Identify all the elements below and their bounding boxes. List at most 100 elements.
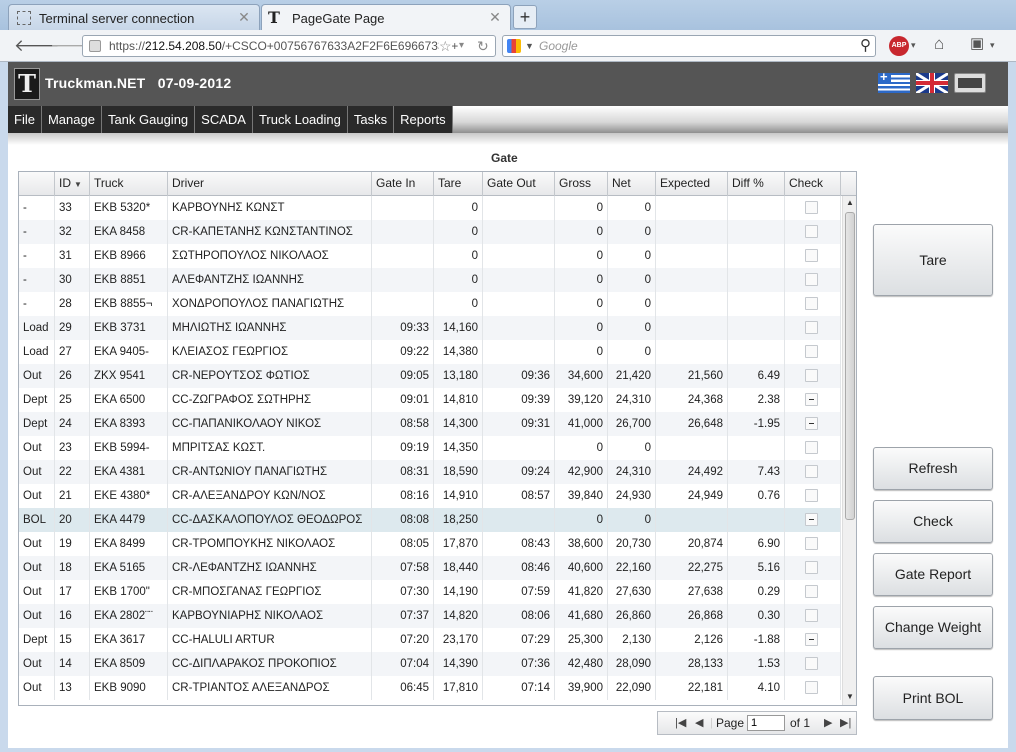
table-row[interactable]: -33 EKB 5320* ΚΑΡΒΟΥΝΗΣ ΚΩΝΣΤ 0 0 0 [19,196,841,220]
check-checkbox[interactable] [805,633,818,646]
cell-expected: 26,868 [656,604,728,628]
vertical-scrollbar[interactable]: ▲ ▼ [842,196,856,705]
col-tare[interactable]: Tare [434,172,483,196]
col-truck[interactable]: Truck [90,172,168,196]
table-row[interactable]: Out 14 EKA 8509 CC-ΔΙΠΛΑΡΑΚΟΣ ΠΡΟΚΟΠΙΟΣ 07:0… [19,652,841,676]
table-row[interactable]: -32 EKA 8458 CR-ΚΑΠΕΤΑΝΗΣ ΚΩΝΣΤΑΝΤΙΝΟΣ 0 0 0 [19,220,841,244]
check-checkbox[interactable] [805,321,818,334]
last-page-icon[interactable]: ▶| [840,712,851,734]
home-icon[interactable]: ⌂ [934,34,944,54]
bookmarks-dropdown-icon[interactable]: ▾ [990,40,995,51]
col-gross[interactable]: Gross [555,172,608,196]
check-checkbox[interactable] [805,585,818,598]
col-expected[interactable]: Expected [656,172,728,196]
table-row[interactable]: Out 19 EKA 8499 CR-ΤΡΟΜΠΟΥΚΗΣ ΝΙΚΟΛΑΟΣ 08:05… [19,532,841,556]
back-arrow-icon[interactable]: 🡐 [14,36,60,56]
menu-tank-gauging[interactable]: Tank Gauging [102,106,196,133]
table-row[interactable]: Dept 15 EKA 3617 CC-HALULI ARTUR 07:20 23,170… [19,628,841,652]
table-row[interactable]: -30 EKB 8851 ΑΛΕΦΑΝΤΖΗΣ ΙΩΑΝΝΗΣ 0 0 0 [19,268,841,292]
adblock-icon[interactable]: ABP [889,36,909,56]
menu-file[interactable]: File [8,106,42,133]
table-row[interactable]: BOL 20 EKA 4479 CC-ΔΑΣΚΑΛΟΠΟΥΛΟΣ ΘΕΟΔΩΡΟΣ 08… [19,508,841,532]
close-tab-icon[interactable]: ✕ [488,10,502,24]
gate-report-button[interactable]: Gate Report [873,553,993,596]
check-checkbox[interactable] [805,489,818,502]
table-row[interactable]: Out 21 EKE 4380* CR-ΑΛΕΞΑΝΔΡΟΥ ΚΩΝ/ΝΟΣ 08:16… [19,484,841,508]
print-bol-button[interactable]: Print BOL [873,676,993,720]
col-id[interactable]: ID ▼ [55,172,90,196]
table-row[interactable]: Out 16 EKA 2802¨¨ ΚΑΡΒΟΥΝΙΑΡΗΣ ΝΙΚΟΛΑΟΣ 07:3… [19,604,841,628]
first-page-icon[interactable]: |◀ [675,712,686,734]
menu-reports[interactable]: Reports [394,106,453,133]
check-checkbox[interactable] [805,225,818,238]
browser-tab-terminal[interactable]: Terminal server connection ✕ [8,4,260,30]
prev-page-icon[interactable]: ◀ [695,712,703,734]
col-driver[interactable]: Driver [168,172,372,196]
next-page-icon[interactable]: ▶ [824,712,832,734]
bookmarks-menu-icon[interactable]: ▣ [970,34,984,52]
table-row[interactable]: Out 26 ZKX 9541 CR-ΝΕΡΟΥΤΣΟΣ ΦΩΤΙΟΣ 09:05 13,… [19,364,841,388]
menu-scada[interactable]: SCADA [195,106,253,133]
scroll-thumb[interactable] [845,212,855,520]
search-icon[interactable]: ⚲ [860,36,871,56]
table-row[interactable]: Dept 24 EKA 8393 CC-ΠΑΠΑΝΙΚΟΛΑΟΥ ΝΙΚΟΣ 08:58… [19,412,841,436]
table-row[interactable]: Out 17 EKB 1700" CR-ΜΠΟΣΓΑΝΑΣ ΓΕΩΡΓΙΟΣ 07:30… [19,580,841,604]
check-checkbox[interactable] [805,441,818,454]
table-row[interactable]: Out 23 EKB 5994- ΜΠΡΙΤΣΑΣ ΚΩΣΤ. 09:19 14,350 0… [19,436,841,460]
check-checkbox[interactable] [805,249,818,262]
col-gate-in[interactable]: Gate In [372,172,434,196]
forward-arrow-icon[interactable]: 🡒 [50,36,96,56]
check-checkbox[interactable] [805,681,818,694]
adblock-dropdown-icon[interactable]: ▾ [911,40,916,51]
check-checkbox[interactable] [805,537,818,550]
check-button[interactable]: Check [873,500,993,543]
check-checkbox[interactable] [805,369,818,382]
check-checkbox[interactable] [805,201,818,214]
col-diff[interactable]: Diff % [728,172,785,196]
browser-tab-pagegate[interactable]: T PageGate Page ✕ [261,4,511,30]
table-row[interactable]: Load 29 EKB 3731 ΜΗΛΙΩΤΗΣ ΙΩΑΝΝΗΣ 09:33 14,16… [19,316,841,340]
reload-icon[interactable]: ↻ [477,36,489,56]
menu-truck-loading[interactable]: Truck Loading [253,106,348,133]
table-row[interactable]: Out 13 EKB 9090 CR-ΤΡΙΑΝΤΟΣ ΑΛΕΞΑΝΔΡΟΣ 06:45… [19,676,841,700]
check-checkbox[interactable] [805,513,818,526]
tare-button[interactable]: Tare [873,224,993,296]
greek-flag-icon[interactable] [878,69,910,93]
menu-tasks[interactable]: Tasks [348,106,395,133]
scroll-down-icon[interactable]: ▼ [843,692,856,704]
page-number-input[interactable]: 1 [747,715,785,731]
check-checkbox[interactable] [805,345,818,358]
table-row[interactable]: -28 EKB 8855¬ ΧΟΝΔΡΟΠΟΥΛΟΣ ΠΑΝΑΓΙΩΤΗΣ 0 0 0 [19,292,841,316]
col-gate-out[interactable]: Gate Out [483,172,555,196]
table-row[interactable]: Out 22 EKA 4381 CR-ΑΝΤΩΝΙΟΥ ΠΑΝΑΓΙΩΤΗΣ 08:31… [19,460,841,484]
col-check[interactable]: Check [785,172,841,196]
check-checkbox[interactable] [805,417,818,430]
new-tab-button[interactable]: + [513,5,537,29]
bookmark-star-icon[interactable]: ☆ [439,36,452,56]
table-row[interactable]: Out 18 EKA 5165 CR-ΛΕΦΑΝΤΖΗΣ ΙΩΑΝΝΗΣ 07:58 18… [19,556,841,580]
check-checkbox[interactable] [805,297,818,310]
close-tab-icon[interactable]: ✕ [237,10,251,24]
check-checkbox[interactable] [805,561,818,574]
check-checkbox[interactable] [805,657,818,670]
dropdown-arrow-icon[interactable]: ▾ [459,36,465,56]
col-net[interactable]: Net [608,172,656,196]
table-row[interactable]: Load 27 EKA 9405- ΚΛΕΙΑΣΟΣ ΓΕΩΡΓΙΟΣ 09:22 14,… [19,340,841,364]
search-engine-dropdown-icon[interactable]: ▼ [525,36,534,56]
table-row[interactable]: Dept 25 EKA 6500 CC-ΖΩΓΡΑΦΟΣ ΣΩΤΗΡΗΣ 09:01 14… [19,388,841,412]
check-checkbox[interactable] [805,273,818,286]
check-checkbox[interactable] [805,393,818,406]
scroll-up-icon[interactable]: ▲ [843,198,856,210]
uk-flag-icon[interactable] [916,73,948,93]
refresh-button[interactable]: Refresh [873,447,993,490]
menu-manage[interactable]: Manage [42,106,102,133]
cell-tare: 0 [434,292,483,316]
check-checkbox[interactable] [805,609,818,622]
col-status[interactable] [19,172,55,196]
search-input[interactable]: ▼ Google ⚲ [502,35,876,57]
table-row[interactable]: -31 EKB 8966 ΣΩΤΗΡΟΠΟΥΛΟΣ ΝΙΚΟΛΑΟΣ 0 0 0 [19,244,841,268]
change-weight-button[interactable]: Change Weight [873,606,993,649]
terminal-icon[interactable] [954,73,986,93]
check-checkbox[interactable] [805,465,818,478]
url-bar[interactable]: https://212.54.208.50/+CSCO+00756767633A… [82,35,496,57]
